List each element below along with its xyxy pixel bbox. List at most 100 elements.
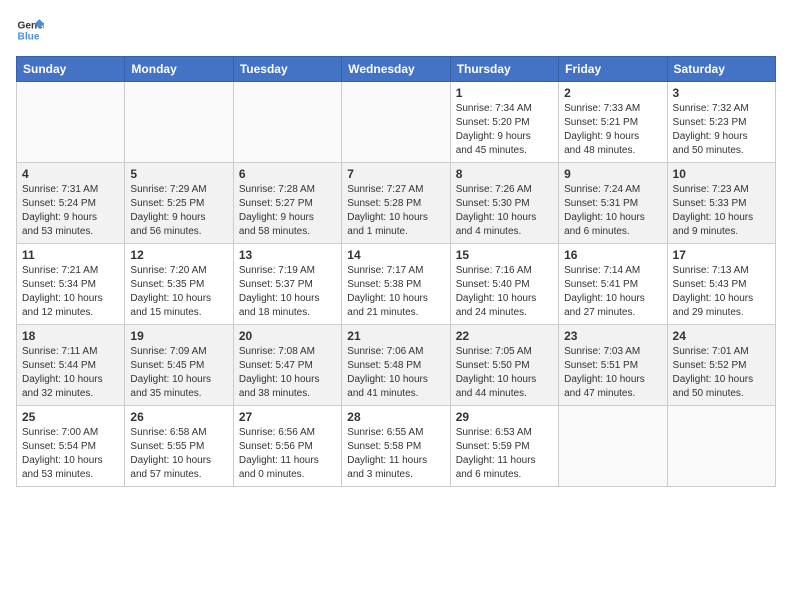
- calendar-week-5: 25 Sunrise: 7:00 AM Sunset: 5:54 PM Dayli…: [17, 406, 776, 487]
- calendar-cell: 2 Sunrise: 7:33 AM Sunset: 5:21 PM Daylig…: [559, 82, 667, 163]
- day-info: Sunrise: 7:08 AM Sunset: 5:47 PM Dayligh…: [239, 345, 336, 401]
- day-info: Sunrise: 7:05 AM Sunset: 5:50 PM Dayligh…: [456, 345, 553, 401]
- calendar-cell: 7 Sunrise: 7:27 AM Sunset: 5:28 PM Daylig…: [342, 163, 450, 244]
- day-info: Sunrise: 7:13 AM Sunset: 5:43 PM Dayligh…: [673, 264, 770, 320]
- calendar-cell: 5 Sunrise: 7:29 AM Sunset: 5:25 PM Daylig…: [125, 163, 233, 244]
- day-info: Sunrise: 7:01 AM Sunset: 5:52 PM Dayligh…: [673, 345, 770, 401]
- day-number: 25: [22, 410, 119, 424]
- calendar-cell: 10Sunrise: 7:23 AM Sunset: 5:33 PM Dayli…: [667, 163, 775, 244]
- calendar-cell: 14 Sunrise: 7:17 AM Sunset: 5:38 PM Dayli…: [342, 244, 450, 325]
- day-info: Sunrise: 7:31 AM Sunset: 5:24 PM Dayligh…: [22, 183, 119, 239]
- day-number: 15: [456, 248, 553, 262]
- day-number: 19: [130, 329, 227, 343]
- col-header-thursday: Thursday: [450, 57, 558, 82]
- day-number: 22: [456, 329, 553, 343]
- day-number: 11: [22, 248, 119, 262]
- day-number: 4: [22, 167, 119, 181]
- col-header-wednesday: Wednesday: [342, 57, 450, 82]
- day-number: 14: [347, 248, 444, 262]
- calendar-week-4: 18Sunrise: 7:11 AM Sunset: 5:44 PM Dayli…: [17, 325, 776, 406]
- day-number: 29: [456, 410, 553, 424]
- day-number: 5: [130, 167, 227, 181]
- day-number: 6: [239, 167, 336, 181]
- calendar-cell: 11 Sunrise: 7:21 AM Sunset: 5:34 PM Dayli…: [17, 244, 125, 325]
- day-number: 21: [347, 329, 444, 343]
- calendar-cell: 3Sunrise: 7:32 AM Sunset: 5:23 PM Daylig…: [667, 82, 775, 163]
- col-header-friday: Friday: [559, 57, 667, 82]
- day-number: 23: [564, 329, 661, 343]
- day-number: 27: [239, 410, 336, 424]
- day-info: Sunrise: 7:29 AM Sunset: 5:25 PM Dayligh…: [130, 183, 227, 239]
- day-number: 1: [456, 86, 553, 100]
- day-number: 8: [456, 167, 553, 181]
- day-number: 16: [564, 248, 661, 262]
- day-info: Sunrise: 7:17 AM Sunset: 5:38 PM Dayligh…: [347, 264, 444, 320]
- logo-icon: General Blue: [16, 16, 44, 44]
- day-info: Sunrise: 7:14 AM Sunset: 5:41 PM Dayligh…: [564, 264, 661, 320]
- col-header-sunday: Sunday: [17, 57, 125, 82]
- day-info: Sunrise: 7:32 AM Sunset: 5:23 PM Dayligh…: [673, 102, 770, 158]
- day-number: 13: [239, 248, 336, 262]
- calendar-cell: [559, 406, 667, 487]
- day-info: Sunrise: 7:00 AM Sunset: 5:54 PM Dayligh…: [22, 426, 119, 482]
- day-info: Sunrise: 6:58 AM Sunset: 5:55 PM Dayligh…: [130, 426, 227, 482]
- calendar-cell: 13 Sunrise: 7:19 AM Sunset: 5:37 PM Dayli…: [233, 244, 341, 325]
- calendar-cell: 17 Sunrise: 7:13 AM Sunset: 5:43 PM Dayli…: [667, 244, 775, 325]
- calendar-cell: [233, 82, 341, 163]
- day-info: Sunrise: 7:03 AM Sunset: 5:51 PM Dayligh…: [564, 345, 661, 401]
- calendar-cell: 8 Sunrise: 7:26 AM Sunset: 5:30 PM Daylig…: [450, 163, 558, 244]
- logo: General Blue: [16, 16, 48, 44]
- calendar-cell: 22 Sunrise: 7:05 AM Sunset: 5:50 PM Dayli…: [450, 325, 558, 406]
- calendar-cell: 1 Sunrise: 7:34 AM Sunset: 5:20 PM Daylig…: [450, 82, 558, 163]
- day-info: Sunrise: 7:06 AM Sunset: 5:48 PM Dayligh…: [347, 345, 444, 401]
- calendar-cell: 27 Sunrise: 6:56 AM Sunset: 5:56 PM Dayli…: [233, 406, 341, 487]
- calendar-table: SundayMondayTuesdayWednesdayThursdayFrid…: [16, 56, 776, 487]
- day-info: Sunrise: 7:26 AM Sunset: 5:30 PM Dayligh…: [456, 183, 553, 239]
- day-info: Sunrise: 7:09 AM Sunset: 5:45 PM Dayligh…: [130, 345, 227, 401]
- calendar-week-3: 11 Sunrise: 7:21 AM Sunset: 5:34 PM Dayli…: [17, 244, 776, 325]
- day-info: Sunrise: 7:28 AM Sunset: 5:27 PM Dayligh…: [239, 183, 336, 239]
- calendar-cell: 18Sunrise: 7:11 AM Sunset: 5:44 PM Dayli…: [17, 325, 125, 406]
- calendar-cell: [17, 82, 125, 163]
- calendar-header-row: SundayMondayTuesdayWednesdayThursdayFrid…: [17, 57, 776, 82]
- day-number: 12: [130, 248, 227, 262]
- day-number: 9: [564, 167, 661, 181]
- day-number: 28: [347, 410, 444, 424]
- calendar-cell: 28 Sunrise: 6:55 AM Sunset: 5:58 PM Dayli…: [342, 406, 450, 487]
- calendar-cell: 15Sunrise: 7:16 AM Sunset: 5:40 PM Dayli…: [450, 244, 558, 325]
- day-info: Sunrise: 7:20 AM Sunset: 5:35 PM Dayligh…: [130, 264, 227, 320]
- col-header-monday: Monday: [125, 57, 233, 82]
- day-info: Sunrise: 6:55 AM Sunset: 5:58 PM Dayligh…: [347, 426, 444, 482]
- day-number: 7: [347, 167, 444, 181]
- page-header: General Blue: [16, 16, 776, 44]
- calendar-cell: 9Sunrise: 7:24 AM Sunset: 5:31 PM Daylig…: [559, 163, 667, 244]
- calendar-cell: 21 Sunrise: 7:06 AM Sunset: 5:48 PM Dayli…: [342, 325, 450, 406]
- day-number: 26: [130, 410, 227, 424]
- day-number: 24: [673, 329, 770, 343]
- calendar-cell: [342, 82, 450, 163]
- calendar-cell: 25 Sunrise: 7:00 AM Sunset: 5:54 PM Dayli…: [17, 406, 125, 487]
- calendar-cell: 12 Sunrise: 7:20 AM Sunset: 5:35 PM Dayli…: [125, 244, 233, 325]
- day-number: 20: [239, 329, 336, 343]
- day-info: Sunrise: 7:19 AM Sunset: 5:37 PM Dayligh…: [239, 264, 336, 320]
- calendar-cell: 24 Sunrise: 7:01 AM Sunset: 5:52 PM Dayli…: [667, 325, 775, 406]
- calendar-week-1: 1 Sunrise: 7:34 AM Sunset: 5:20 PM Daylig…: [17, 82, 776, 163]
- day-info: Sunrise: 7:27 AM Sunset: 5:28 PM Dayligh…: [347, 183, 444, 239]
- day-info: Sunrise: 7:33 AM Sunset: 5:21 PM Dayligh…: [564, 102, 661, 158]
- calendar-cell: [125, 82, 233, 163]
- day-number: 2: [564, 86, 661, 100]
- day-number: 10: [673, 167, 770, 181]
- day-number: 17: [673, 248, 770, 262]
- svg-text:Blue: Blue: [18, 31, 40, 42]
- day-info: Sunrise: 7:21 AM Sunset: 5:34 PM Dayligh…: [22, 264, 119, 320]
- calendar-cell: 4 Sunrise: 7:31 AM Sunset: 5:24 PM Daylig…: [17, 163, 125, 244]
- day-info: Sunrise: 7:11 AM Sunset: 5:44 PM Dayligh…: [22, 345, 119, 401]
- day-info: Sunrise: 6:53 AM Sunset: 5:59 PM Dayligh…: [456, 426, 553, 482]
- calendar-cell: 26 Sunrise: 6:58 AM Sunset: 5:55 PM Dayli…: [125, 406, 233, 487]
- day-info: Sunrise: 7:34 AM Sunset: 5:20 PM Dayligh…: [456, 102, 553, 158]
- calendar-cell: 6 Sunrise: 7:28 AM Sunset: 5:27 PM Daylig…: [233, 163, 341, 244]
- calendar-cell: 23 Sunrise: 7:03 AM Sunset: 5:51 PM Dayli…: [559, 325, 667, 406]
- calendar-cell: 20 Sunrise: 7:08 AM Sunset: 5:47 PM Dayli…: [233, 325, 341, 406]
- day-info: Sunrise: 6:56 AM Sunset: 5:56 PM Dayligh…: [239, 426, 336, 482]
- calendar-cell: 19 Sunrise: 7:09 AM Sunset: 5:45 PM Dayli…: [125, 325, 233, 406]
